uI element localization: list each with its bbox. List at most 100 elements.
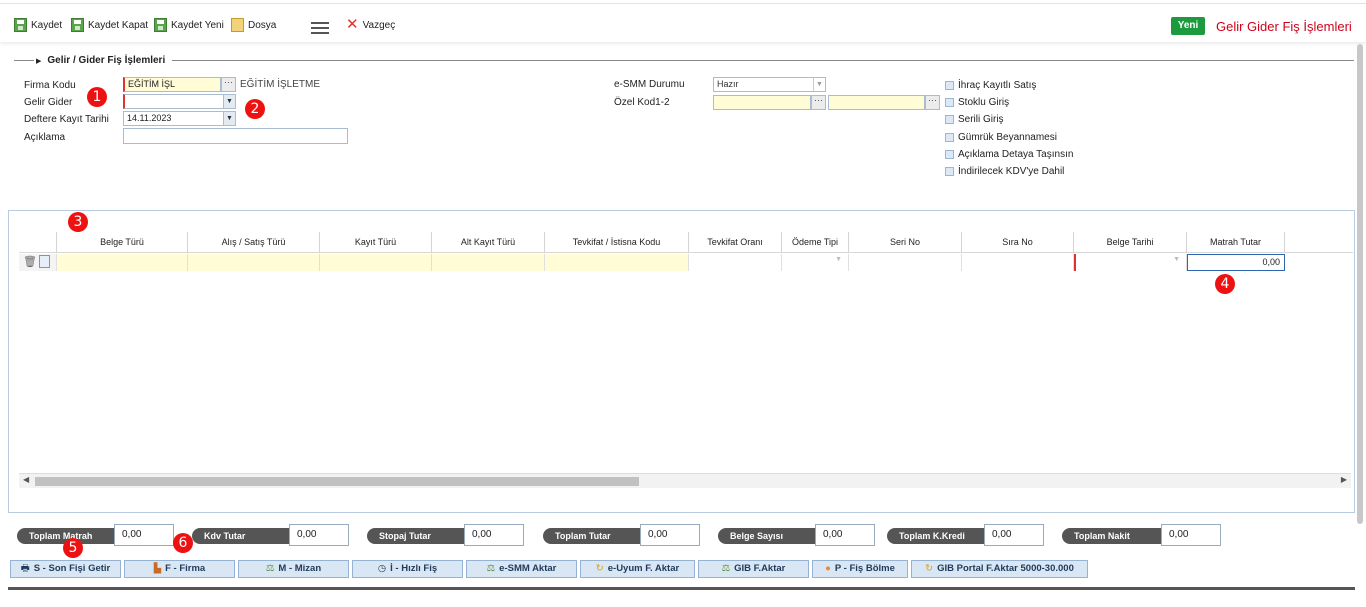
checkbox-aciklama-detaya-tasinsin[interactable]: Açıklama Detaya Taşınsın: [945, 149, 1073, 160]
e-uyum-aktar-button[interactable]: ↻ e-Uyum F. Aktar: [580, 560, 695, 578]
grid-header-seri-no[interactable]: Seri No: [849, 232, 962, 253]
save-close-button[interactable]: Kaydet Kapat: [71, 16, 148, 34]
scroll-right-icon[interactable]: ▶: [1341, 475, 1347, 484]
save-new-button[interactable]: Kaydet Yeni: [154, 16, 224, 34]
grid-header-odeme-tipi[interactable]: Ödeme Tipi: [782, 232, 849, 253]
cell-matrah-tutar[interactable]: 0,00: [1187, 254, 1285, 271]
gib-aktar-button[interactable]: ⚖ GIB F.Aktar: [698, 560, 809, 578]
table-row: 🗑 ▼ ▼ 0,00: [19, 254, 1353, 271]
toolbar: Kaydet Kaydet Kapat Kaydet Yeni Dosya ✕ …: [0, 4, 1366, 42]
gelir-gider-select[interactable]: ▼: [123, 94, 236, 109]
grid-header-sira-no[interactable]: Sıra No: [962, 232, 1074, 253]
bottom-divider: [8, 587, 1355, 590]
save-label: Kaydet: [31, 19, 63, 31]
total-value: 0,00: [815, 524, 875, 546]
chevron-down-icon[interactable]: ▼: [223, 95, 235, 108]
total-value: 0,00: [114, 524, 174, 546]
chevron-down-icon[interactable]: ▼: [1173, 256, 1180, 263]
section-divider-left: [14, 60, 34, 61]
factory-icon: ▙: [153, 563, 162, 574]
horizontal-scrollbar[interactable]: ◀ ▶: [19, 473, 1351, 488]
annotation-marker-3: 3: [68, 212, 88, 232]
grid-header-kayit-turu[interactable]: Kayıt Türü: [320, 232, 432, 253]
defter-tarihi-input[interactable]: 14.11.2023 ▼: [123, 111, 236, 126]
detail-grid: Belge Türü Alış / Satış Türü Kayıt Türü …: [8, 210, 1355, 513]
ozel-kod2-input[interactable]: [828, 95, 925, 110]
aciklama-label: Açıklama: [24, 132, 66, 143]
save-new-icon: [154, 18, 167, 32]
checkbox-gumruk-beyannamesi[interactable]: Gümrük Beyannamesi: [945, 132, 1057, 143]
checkbox-label: İndirilecek KDV'ye Dahil: [958, 166, 1065, 177]
vertical-scrollbar[interactable]: [1357, 44, 1363, 524]
chevron-down-icon[interactable]: ▼: [835, 256, 842, 263]
grid-header-belge-turu[interactable]: Belge Türü: [57, 232, 188, 253]
grid-header-tevkifat-istisna-kodu[interactable]: Tevkifat / İstisna Kodu: [545, 232, 689, 253]
annotation-marker-6: 6: [173, 533, 193, 553]
file-label: Dosya: [248, 19, 277, 31]
esmm-select[interactable]: Hazır ▼: [713, 77, 826, 92]
cell-alt-kayit-turu[interactable]: [432, 254, 545, 271]
gelir-gider-label: Gelir Gider: [24, 97, 73, 108]
annotation-marker-2: 2: [245, 99, 265, 119]
scroll-left-icon[interactable]: ◀: [23, 475, 29, 484]
hizli-fis-button[interactable]: ◷ İ - Hızlı Fiş: [352, 560, 463, 578]
document-icon[interactable]: [39, 255, 50, 268]
gib-portal-aktar-button[interactable]: ↻ GIB Portal F.Aktar 5000-30.000: [911, 560, 1088, 578]
son-fisi-getir-button[interactable]: 🖶 S - Son Fişi Getir: [10, 560, 121, 578]
cell-belge-tarihi[interactable]: ▼: [1074, 254, 1187, 271]
checkbox-indirilecek-kdv-dahil[interactable]: İndirilecek KDV'ye Dahil: [945, 166, 1064, 177]
file-button[interactable]: Dosya: [231, 16, 276, 34]
chevron-down-icon[interactable]: ▼: [813, 78, 825, 91]
cell-seri-no[interactable]: [849, 254, 962, 271]
defter-tarihi-label: Deftere Kayıt Tarihi: [24, 114, 109, 125]
menu-icon[interactable]: [311, 22, 329, 34]
trash-icon[interactable]: 🗑: [23, 255, 37, 268]
save-close-icon: [71, 18, 84, 32]
grid-header-matrah-tutar[interactable]: Matrah Tutar: [1187, 232, 1285, 253]
cell-kayit-turu[interactable]: [320, 254, 432, 271]
ozel-kod1-input[interactable]: [713, 95, 811, 110]
section-title[interactable]: ▶ Gelir / Gider Fiş İşlemleri: [36, 55, 165, 66]
button-label: P - Fiş Bölme: [834, 563, 895, 574]
cell-odeme-tipi[interactable]: ▼: [782, 254, 849, 271]
cell-sira-no[interactable]: [962, 254, 1074, 271]
checkbox-serili-giris[interactable]: Serili Giriş: [945, 114, 1004, 125]
scrollbar-thumb[interactable]: [35, 477, 639, 486]
clock-icon: ◷: [377, 563, 387, 574]
save-new-label: Kaydet Yeni: [171, 19, 224, 31]
cell-belge-turu[interactable]: [57, 254, 188, 271]
firma-button[interactable]: ▙ F - Firma: [124, 560, 235, 578]
checkbox-label: Gümrük Beyannamesi: [958, 132, 1057, 143]
mizan-button[interactable]: ⚖ M - Mizan: [238, 560, 349, 578]
total-value: 0,00: [464, 524, 524, 546]
fis-bolme-button[interactable]: ● P - Fiş Bölme: [812, 560, 908, 578]
total-value: 0,00: [1161, 524, 1221, 546]
grid-header-alis-satis-turu[interactable]: Alış / Satış Türü: [188, 232, 320, 253]
cell-alis-satis-turu[interactable]: [188, 254, 320, 271]
esmm-aktar-button[interactable]: ⚖ e-SMM Aktar: [466, 560, 577, 578]
section-divider-right: [172, 60, 1354, 61]
ozel-kod2-lookup-button[interactable]: ···: [925, 95, 940, 110]
cancel-button[interactable]: ✕ Vazgeç: [346, 16, 395, 34]
cell-tevkifat-orani[interactable]: [689, 254, 782, 271]
cell-tevkifat-istisna-kodu[interactable]: [545, 254, 689, 271]
chevron-down-icon[interactable]: ▼: [223, 112, 235, 125]
ozel-kod1-lookup-button[interactable]: ···: [811, 95, 826, 110]
refresh-icon: ↻: [925, 563, 934, 574]
close-icon: ✕: [346, 16, 359, 33]
total-value: 0,00: [640, 524, 700, 546]
bottom-button-bar: 🖶 S - Son Fişi Getir ▙ F - Firma ⚖ M - Miza…: [0, 558, 1366, 580]
aciklama-input[interactable]: [123, 128, 348, 144]
section-title-text: Gelir / Gider Fiş İşlemleri: [47, 55, 166, 66]
mode-badge: Yeni: [1171, 17, 1205, 35]
firma-kodu-input[interactable]: EĞİTİM İŞL: [123, 77, 221, 92]
checkbox-ihrac-kayitli-satis[interactable]: İhraç Kayıtlı Satış: [945, 80, 1036, 91]
firma-kodu-lookup-button[interactable]: ···: [221, 77, 236, 92]
grid-header-tevkifat-orani[interactable]: Tevkifat Oranı: [689, 232, 782, 253]
grid-header-alt-kayit-turu[interactable]: Alt Kayıt Türü: [432, 232, 545, 253]
scale-icon: ⚖: [265, 563, 275, 574]
checkbox-stoklu-giris[interactable]: Stoklu Giriş: [945, 97, 1009, 108]
save-icon: [14, 18, 27, 32]
grid-header-belge-tarihi[interactable]: Belge Tarihi: [1074, 232, 1187, 253]
save-button[interactable]: Kaydet: [14, 16, 62, 34]
